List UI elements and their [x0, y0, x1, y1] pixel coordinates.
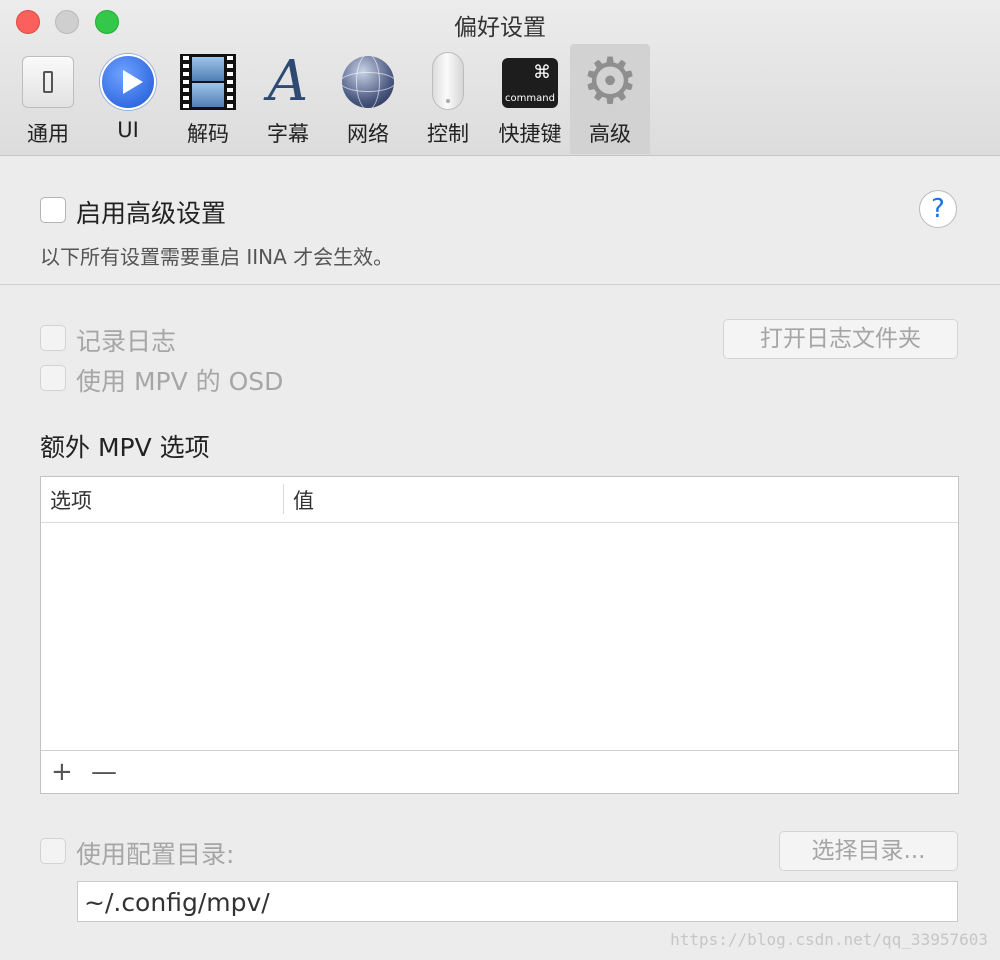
choose-directory-button[interactable]: 选择目录... [779, 831, 958, 871]
remove-option-button[interactable]: — [91, 755, 117, 789]
tab-shortcuts[interactable]: ⌘ command 快捷键 [490, 44, 570, 154]
film-icon [178, 52, 238, 112]
config-dir-field[interactable]: ~/.config/mpv/ [77, 881, 958, 922]
general-icon [18, 52, 78, 112]
watermark: https://blog.csdn.net/qq_33957603 [670, 930, 988, 949]
command-key-icon: ⌘ command [500, 52, 560, 112]
table-header: 选项 值 [41, 477, 958, 523]
toolbar: 偏好设置 通用 UI 解码 A 字幕 网络 控制 ⌘ command 快捷键 ⚙… [0, 0, 1000, 156]
tab-label: UI [117, 118, 139, 142]
tab-network[interactable]: 网络 [328, 44, 408, 154]
mpv-options-table[interactable]: 选项 值 + — [40, 476, 959, 794]
tab-decode[interactable]: 解码 [168, 44, 248, 154]
column-separator[interactable] [283, 484, 284, 514]
tab-label: 字幕 [267, 122, 309, 146]
gear-icon: ⚙ [581, 45, 639, 119]
play-icon [98, 52, 158, 112]
restart-note: 以下所有设置需要重启 IINA 才会生效。 [40, 245, 394, 269]
tab-general[interactable]: 通用 [8, 44, 88, 154]
open-log-folder-button[interactable]: 打开日志文件夹 [723, 319, 958, 359]
tab-control[interactable]: 控制 [408, 44, 488, 154]
tab-label: 解码 [187, 122, 229, 146]
globe-icon [338, 52, 398, 112]
column-header-value[interactable]: 值 [293, 485, 314, 515]
log-label: 记录日志 [76, 327, 177, 356]
tab-label: 快捷键 [498, 122, 562, 146]
divider [0, 284, 1000, 285]
tab-label: 控制 [427, 122, 469, 146]
subtitle-letter-icon: A [267, 49, 309, 114]
tab-ui[interactable]: UI [88, 44, 168, 154]
config-dir-checkbox[interactable] [40, 838, 66, 864]
tab-subtitles[interactable]: A 字幕 [248, 44, 328, 154]
enable-advanced-checkbox[interactable] [40, 197, 66, 223]
tab-label: 通用 [27, 122, 69, 146]
preferences-window: 偏好设置 通用 UI 解码 A 字幕 网络 控制 ⌘ command 快捷键 ⚙… [0, 0, 1000, 960]
add-option-button[interactable]: + [51, 755, 73, 789]
mpv-osd-label: 使用 MPV 的 OSD [76, 367, 284, 396]
extra-options-title: 额外 MPV 选项 [40, 433, 210, 462]
window-title: 偏好设置 [454, 15, 546, 41]
help-button[interactable]: ? [919, 190, 957, 228]
mpv-osd-checkbox[interactable] [40, 365, 66, 391]
mouse-icon [418, 52, 478, 112]
tab-label: 网络 [347, 122, 389, 146]
tab-advanced[interactable]: ⚙ 高级 [570, 44, 650, 154]
enable-advanced-label: 启用高级设置 [76, 199, 227, 228]
config-dir-label: 使用配置目录: [76, 840, 235, 869]
tab-label: 高级 [589, 122, 631, 146]
log-checkbox[interactable] [40, 325, 66, 351]
table-toolbar: + — [41, 750, 958, 793]
column-header-option[interactable]: 选项 [50, 485, 92, 515]
